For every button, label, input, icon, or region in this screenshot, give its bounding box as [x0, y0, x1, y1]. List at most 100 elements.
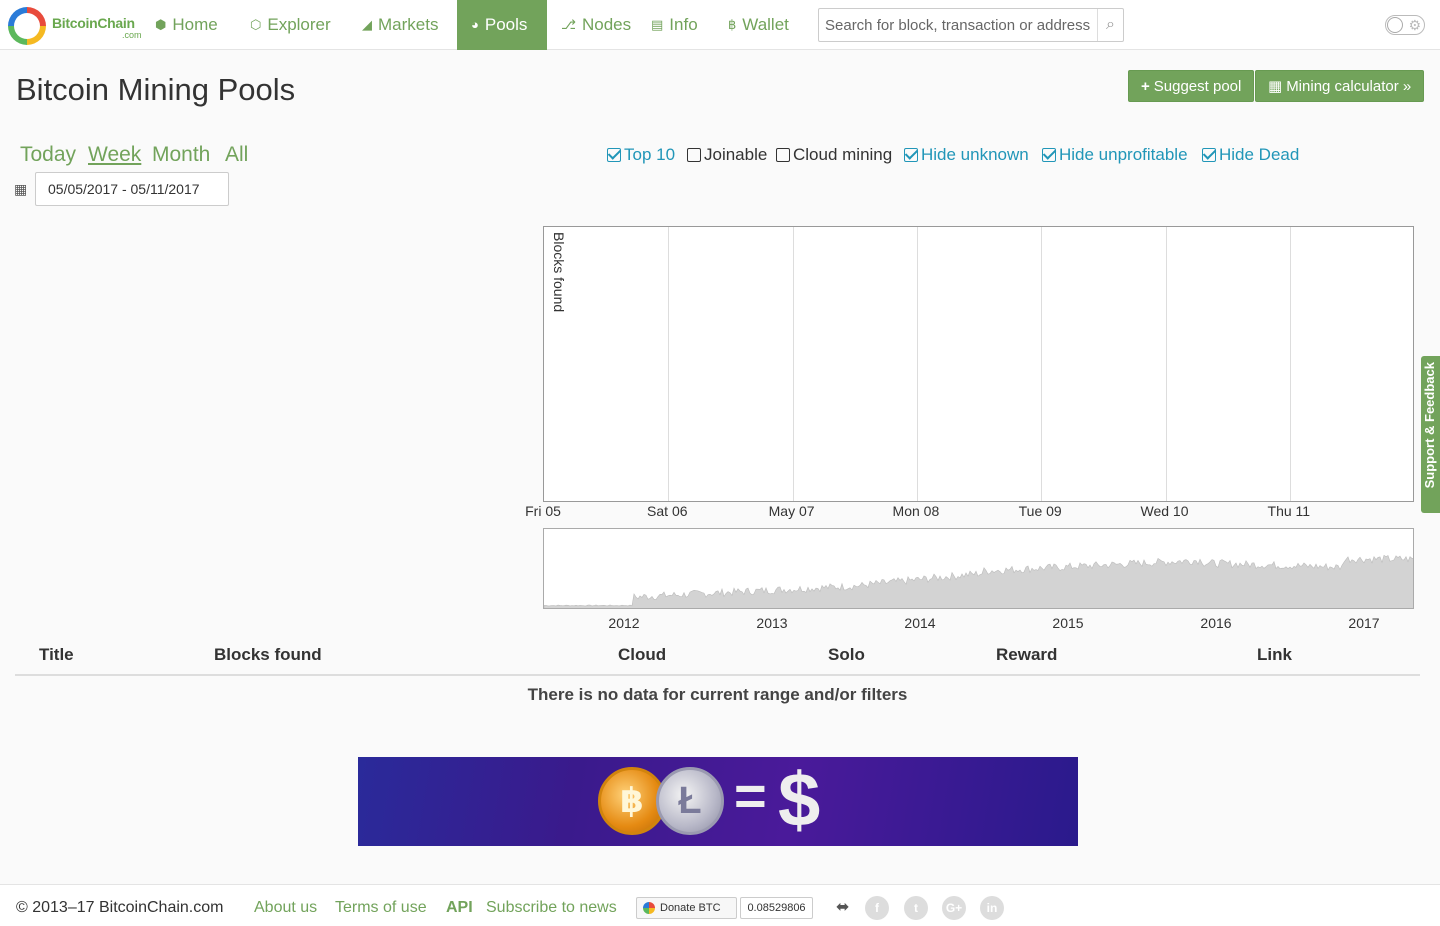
table-header-divider	[15, 674, 1420, 676]
search-input[interactable]	[819, 9, 1097, 41]
bitcoin-icon: ฿	[728, 17, 737, 32]
nodes-icon: ⎇	[561, 17, 576, 32]
footer: © 2013–17 BitcoinChain.com About us Term…	[0, 884, 1440, 926]
nav-pools[interactable]: ◕ Pools	[457, 0, 547, 50]
th-reward[interactable]: Reward	[996, 645, 1057, 665]
google-plus-icon[interactable]: G+	[942, 896, 966, 920]
nav-nodes[interactable]: ⎇ Nodes	[547, 0, 645, 50]
twitter-icon[interactable]: t	[904, 896, 928, 920]
filter-label: Hide unprofitable	[1059, 145, 1188, 164]
chart-gridline	[1165, 227, 1167, 501]
pie-chart-icon: ◕	[471, 17, 479, 32]
explorer-icon: ⬡	[250, 17, 262, 32]
navigator-year-tick: 2016	[1200, 615, 1232, 631]
navigator-year-tick: 2012	[608, 615, 640, 631]
range-tab-today[interactable]: Today	[20, 143, 76, 167]
chart-x-tick: Sat 06	[647, 503, 688, 519]
navigator-year-tick: 2015	[1052, 615, 1084, 631]
nav-nodes-label: Nodes	[581, 15, 632, 34]
filter-label: Hide unknown	[921, 145, 1029, 164]
footer-link-api[interactable]: API	[446, 899, 473, 917]
support-feedback-tab[interactable]: Support & Feedback	[1421, 356, 1440, 513]
chart-gridline	[1289, 227, 1291, 501]
donate-label: Donate BTC	[660, 902, 721, 914]
suggest-pool-button[interactable]: + Suggest pool	[1128, 70, 1255, 102]
cube-icon: ⬢	[155, 17, 167, 32]
checkbox-checked-icon	[1202, 148, 1216, 162]
navigator-year-tick: 2013	[756, 615, 788, 631]
calculator-icon: ▦	[1268, 78, 1283, 95]
nav-explorer-label: Explorer	[267, 15, 331, 34]
navigator-area-svg	[544, 554, 1413, 608]
nav-explorer[interactable]: ⬡ Explorer	[236, 0, 345, 50]
th-title[interactable]: Title	[39, 645, 74, 665]
mining-calculator-button[interactable]: ▦ Mining calculator »	[1255, 70, 1425, 102]
book-icon: ▤	[651, 17, 664, 32]
facebook-icon[interactable]: f	[865, 896, 889, 920]
blocks-found-chart	[543, 226, 1414, 502]
navigator-year-tick: 2014	[904, 615, 936, 631]
theme-toggle[interactable]: ⚙	[1385, 15, 1425, 35]
chart-y-axis-label: Blocks found	[551, 232, 567, 313]
checkbox-empty-icon	[776, 148, 790, 162]
th-blocks-found[interactable]: Blocks found	[214, 645, 322, 665]
search-box: ⌕	[818, 8, 1124, 42]
filter-hide-unknown[interactable]: Hide unknown	[904, 145, 1029, 165]
nav-home[interactable]: ⬢ Home	[141, 0, 232, 50]
footer-link-subscribe[interactable]: Subscribe to news	[486, 899, 617, 917]
filter-hide-unprofitable[interactable]: Hide unprofitable	[1042, 145, 1188, 165]
chart-x-tick: Mon 08	[892, 503, 940, 519]
calendar-icon: ▦	[14, 181, 28, 197]
linkedin-icon[interactable]: in	[980, 896, 1004, 920]
filter-top-10[interactable]: Top 10	[607, 145, 675, 165]
checkbox-empty-icon	[687, 148, 701, 162]
nav-pools-label: Pools	[484, 15, 528, 34]
support-feedback-label: Support & Feedback	[1422, 362, 1437, 489]
range-tab-all[interactable]: All	[225, 143, 248, 167]
navigator-chart[interactable]	[543, 528, 1414, 609]
checkbox-checked-icon	[1042, 148, 1056, 162]
litecoin-coin-icon: Ł	[656, 767, 724, 835]
range-tab-week[interactable]: Week	[88, 143, 141, 167]
area-chart-icon: ◢	[362, 17, 372, 32]
share-icon[interactable]: ⬌	[836, 897, 849, 917]
dollar-icon: $	[778, 758, 821, 843]
donate-logo-icon	[643, 902, 655, 914]
filter-cloud-mining[interactable]: Cloud mining	[776, 145, 892, 165]
filter-label: Hide Dead	[1219, 145, 1300, 164]
nav-info[interactable]: ▤ Info	[637, 0, 712, 50]
nav-wallet[interactable]: ฿ Wallet	[714, 0, 803, 50]
nav-wallet-label: Wallet	[742, 15, 789, 34]
range-tab-month[interactable]: Month	[152, 143, 210, 167]
date-range-input[interactable]: 05/05/2017 - 05/11/2017	[35, 172, 229, 206]
navigator-area	[544, 554, 1413, 608]
chart-gridline	[1041, 227, 1043, 501]
th-link[interactable]: Link	[1257, 645, 1292, 665]
search-button[interactable]: ⌕	[1097, 9, 1123, 41]
footer-link-terms[interactable]: Terms of use	[335, 899, 427, 917]
chart-x-tick: Fri 05	[525, 503, 561, 519]
footer-link-about[interactable]: About us	[254, 899, 317, 917]
nav-markets-label: Markets	[378, 15, 439, 34]
site-logo[interactable]: BitcoinChain .com	[8, 5, 148, 45]
page-title: Bitcoin Mining Pools	[16, 72, 296, 107]
nav-markets[interactable]: ◢ Markets	[348, 0, 452, 50]
ad-banner[interactable]: ฿ Ł = $	[358, 757, 1078, 846]
th-cloud[interactable]: Cloud	[618, 645, 666, 665]
donate-btc-button[interactable]: Donate BTC	[636, 897, 737, 919]
filter-label: Cloud mining	[793, 145, 893, 164]
mining-calculator-label: Mining calculator »	[1286, 77, 1412, 95]
filter-joinable[interactable]: Joinable	[687, 145, 767, 165]
donate-amount: 0.08529806	[740, 897, 813, 919]
checkbox-checked-icon	[607, 148, 621, 162]
chart-x-tick: Wed 10	[1140, 503, 1189, 519]
logo-sub: .com	[122, 30, 142, 40]
chart-gridline	[668, 227, 670, 501]
filter-hide-dead[interactable]: Hide Dead	[1202, 145, 1299, 165]
search-icon: ⌕	[1106, 16, 1115, 33]
logo-icon	[8, 7, 46, 45]
filter-label: Joinable	[704, 145, 768, 164]
th-solo[interactable]: Solo	[828, 645, 865, 665]
chart-x-tick: Thu 11	[1267, 503, 1311, 519]
empty-table-message: There is no data for current range and/o…	[527, 685, 908, 704]
